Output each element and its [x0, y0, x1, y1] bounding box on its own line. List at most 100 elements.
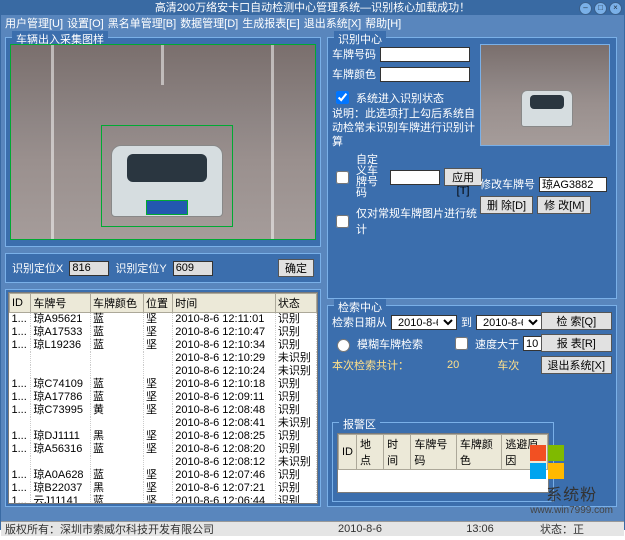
table-row[interactable]: 2010-8-6 12:10:24未识别 — [10, 365, 317, 378]
result-table-scroll[interactable]: ID车牌号车牌颜色位置时间状态 1...琼A95621蓝坚2010-8-6 12… — [8, 292, 318, 504]
table-cell: 蓝 — [91, 339, 144, 352]
status-state: 状态：正 — [540, 521, 620, 537]
alarm-header[interactable]: 车牌颜色 — [456, 435, 502, 470]
table-cell: 识别 — [275, 482, 316, 495]
alarm-header[interactable]: 时间 — [384, 435, 411, 470]
result-header[interactable]: 车牌颜色 — [91, 294, 144, 313]
speed-checkbox[interactable] — [455, 337, 468, 350]
recog-desc: 说明：此选项打上勾后系统自动检常未识别车牌进行识别计算 — [332, 107, 482, 149]
table-row[interactable]: 1...琼A95621蓝坚2010-8-6 12:11:01识别 — [10, 313, 317, 327]
table-row[interactable]: 1...琼A17786蓝坚2010-8-6 12:09:11识别 — [10, 391, 317, 404]
fuzzy-radio[interactable] — [337, 339, 350, 352]
table-cell: 1... — [10, 313, 31, 327]
maximize-icon[interactable]: □ — [594, 2, 607, 15]
plate-no-input[interactable] — [380, 47, 470, 62]
table-cell: 坚 — [144, 482, 173, 495]
table-row[interactable]: 1...琼L19236蓝坚2010-8-6 12:10:34识别 — [10, 339, 317, 352]
table-cell: 坚 — [144, 495, 173, 504]
result-header[interactable]: 时间 — [173, 294, 276, 313]
plate-box — [146, 200, 188, 215]
table-cell — [91, 365, 144, 378]
modify-button[interactable]: 修 改[M] — [537, 196, 591, 214]
table-row[interactable]: 1...琼C74109蓝坚2010-8-6 12:10:18识别 — [10, 378, 317, 391]
table-row[interactable]: 1...琼A0A628蓝坚2010-8-6 12:07:46识别 — [10, 469, 317, 482]
date-to-select[interactable]: 2010-8-6 — [476, 315, 542, 330]
recognition-title: 识别中心 — [334, 31, 386, 47]
sys-recog-checkbox[interactable] — [336, 91, 349, 104]
alarm-header[interactable]: 车牌号码 — [411, 435, 457, 470]
exit-button[interactable]: 退出系统[X] — [541, 356, 612, 374]
table-row[interactable]: 2010-8-6 12:08:12未识别 — [10, 456, 317, 469]
pos-confirm-button[interactable]: 确定 — [278, 259, 314, 277]
table-row[interactable]: 1...琼DJ1111黑坚2010-8-6 12:08:25识别 — [10, 430, 317, 443]
date-from-select[interactable]: 2010-8-6 — [391, 315, 457, 330]
table-cell: 2010-8-6 12:09:11 — [173, 391, 276, 404]
result-header[interactable]: 位置 — [144, 294, 173, 313]
table-cell: 蓝 — [91, 391, 144, 404]
menu-blacklist[interactable]: 黑名单管理[B] — [108, 15, 176, 31]
result-header[interactable]: 状态 — [275, 294, 316, 313]
table-row[interactable]: 1...琼A56316蓝坚2010-8-6 12:08:20识别 — [10, 443, 317, 456]
summary-unit: 车次 — [497, 357, 519, 373]
menu-data[interactable]: 数据管理[D] — [180, 15, 238, 31]
pos-y-label: 识别定位Y — [115, 260, 166, 276]
table-row[interactable]: 1...云J11141蓝坚2010-8-6 12:06:44识别 — [10, 495, 317, 504]
search-button[interactable]: 检 索[Q] — [541, 312, 612, 330]
table-row[interactable]: 1...琼C73995黄坚2010-8-6 12:08:48识别 — [10, 404, 317, 417]
table-cell: 1... — [10, 443, 31, 456]
watermark-text: 系统粉 — [530, 481, 613, 505]
minimize-icon[interactable]: – — [579, 2, 592, 15]
only-common-checkbox[interactable] — [336, 215, 349, 228]
table-cell: 1... — [10, 404, 31, 417]
table-cell: 识别 — [275, 443, 316, 456]
table-cell — [31, 365, 91, 378]
table-cell: 黄 — [91, 404, 144, 417]
menu-settings[interactable]: 设置[O] — [67, 15, 104, 31]
speed-label: 速度大于 — [475, 336, 519, 352]
modify-plate-input[interactable] — [539, 177, 607, 192]
menu-exit[interactable]: 退出系统[X] — [304, 15, 361, 31]
table-cell: 2010-8-6 12:10:34 — [173, 339, 276, 352]
delete-button[interactable]: 删 除[D] — [480, 196, 533, 214]
table-cell: 2010-8-6 12:08:41 — [173, 417, 276, 430]
table-cell — [144, 456, 173, 469]
status-bar: 版权所有：深圳市索威尔科技开发有限公司 2010-8-6 13:06 状态：正 — [1, 521, 624, 536]
table-cell: 坚 — [144, 339, 173, 352]
table-row[interactable]: 2010-8-6 12:10:29未识别 — [10, 352, 317, 365]
table-cell — [31, 352, 91, 365]
table-cell: 1... — [10, 326, 31, 339]
table-cell: 1... — [10, 482, 31, 495]
plate-color-input[interactable] — [380, 67, 470, 82]
close-icon[interactable]: × — [609, 2, 622, 15]
apply-button[interactable]: 应用[T] — [444, 168, 482, 186]
table-cell: 识别 — [275, 469, 316, 482]
pos-x-input[interactable] — [69, 261, 109, 276]
menu-user[interactable]: 用户管理[U] — [5, 15, 63, 31]
table-cell: 未识别 — [275, 352, 316, 365]
table-cell: 坚 — [144, 469, 173, 482]
custom-plate-input[interactable] — [390, 170, 440, 185]
table-cell: 2010-8-6 12:07:21 — [173, 482, 276, 495]
watermark-url: www.win7999.com — [530, 505, 613, 516]
menu-report[interactable]: 生成报表[E] — [242, 15, 299, 31]
table-cell: 坚 — [144, 430, 173, 443]
pos-y-input[interactable] — [173, 261, 213, 276]
table-cell: 云J11141 — [31, 495, 91, 504]
menu-help[interactable]: 帮助[H] — [365, 15, 401, 31]
report-button[interactable]: 报 表[R] — [541, 334, 612, 352]
table-cell: 琼A56316 — [31, 443, 91, 456]
custom-plate-checkbox[interactable] — [336, 171, 349, 184]
table-cell: 识别 — [275, 339, 316, 352]
result-header[interactable]: 车牌号 — [31, 294, 91, 313]
table-cell — [91, 456, 144, 469]
pos-x-label: 识别定位X — [12, 260, 63, 276]
result-table-panel: ID车牌号车牌颜色位置时间状态 1...琼A95621蓝坚2010-8-6 12… — [5, 289, 321, 507]
table-row[interactable]: 1...琼B22037黑坚2010-8-6 12:07:21识别 — [10, 482, 317, 495]
ms-logo-icon — [530, 445, 613, 479]
result-header[interactable]: ID — [10, 294, 31, 313]
table-row[interactable]: 1...琼A17533蓝坚2010-8-6 12:10:47识别 — [10, 326, 317, 339]
table-cell — [31, 417, 91, 430]
alarm-header[interactable]: ID — [339, 435, 357, 470]
table-row[interactable]: 2010-8-6 12:08:41未识别 — [10, 417, 317, 430]
alarm-header[interactable]: 地点 — [357, 435, 384, 470]
